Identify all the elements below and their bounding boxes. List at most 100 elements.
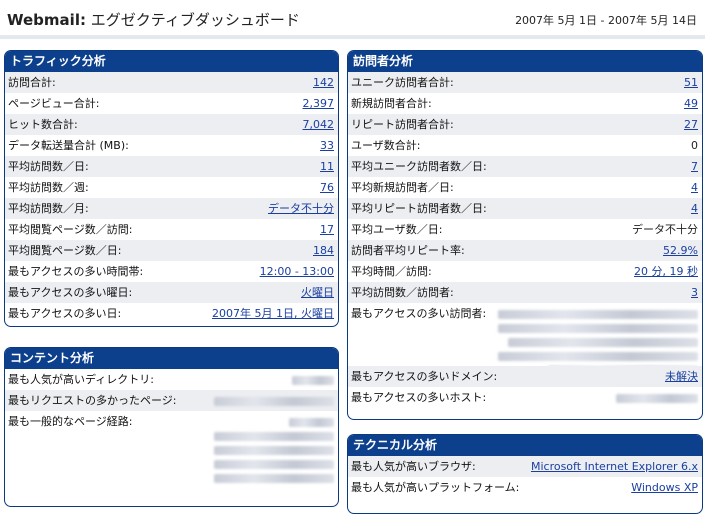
stat-value-link[interactable]: 76: [320, 177, 334, 198]
content-label: 最も人気が高いディレクトリ:: [8, 373, 154, 386]
traffic-row: 訪問合計: 142: [5, 72, 338, 93]
redacted-value: [498, 305, 698, 375]
stat-label: ページビュー合計:: [8, 97, 100, 110]
redacted-value: [616, 389, 698, 403]
stat-value-link[interactable]: 4: [691, 198, 698, 219]
stat-value-link[interactable]: Microsoft Internet Explorer 6.x: [531, 456, 698, 477]
stat-value-link[interactable]: データ不十分: [268, 198, 334, 219]
stat-label: 平均閲覧ページ数／訪問:: [8, 223, 133, 236]
stat-label: リピート訪問者合計:: [351, 118, 454, 131]
stat-value-link[interactable]: 7,042: [303, 114, 335, 135]
stat-value-link[interactable]: 27: [684, 114, 698, 135]
traffic-row: 平均訪問数／週: 76: [5, 177, 338, 198]
technical-panel-title: テクニカル分析: [348, 435, 702, 456]
page-header: Webmail: エグゼクティブダッシュボード 2007年 5月 1日 - 20…: [0, 0, 705, 39]
stat-value-link[interactable]: 火曜日: [301, 282, 334, 303]
stat-label: 平均リピート訪問者数／日:: [351, 202, 487, 215]
page-title: Webmail: エグゼクティブダッシュボード: [7, 9, 300, 30]
content-panel: コンテント分析 最も人気が高いディレクトリ: 最もリクエストの多かったページ: …: [4, 347, 339, 507]
stat-value-link[interactable]: 未解決: [665, 366, 698, 387]
dashboard-title: エグゼクティブダッシュボード: [90, 11, 300, 29]
content-row-directory: 最も人気が高いディレクトリ:: [5, 369, 338, 390]
stat-label: 平均訪問数／日:: [8, 160, 89, 173]
stat-value-link[interactable]: 33: [320, 135, 334, 156]
visitor-row: 平均リピート訪問者数／日: 4: [348, 198, 702, 219]
traffic-row: ヒット数合計: 7,042: [5, 114, 338, 135]
stat-value-link[interactable]: 17: [320, 219, 334, 240]
visitor-row: 平均訪問数／訪問者: 3: [348, 282, 702, 303]
stat-label: 平均新規訪問者／日:: [351, 181, 454, 194]
stat-value-link[interactable]: 49: [684, 93, 698, 114]
stat-label: 平均ユーザ数／日:: [351, 223, 443, 236]
traffic-row: ページビュー合計: 2,397: [5, 93, 338, 114]
stat-label: 訪問合計:: [8, 76, 56, 89]
stat-label: 最もアクセスの多い訪問者:: [351, 307, 487, 320]
stat-value-link[interactable]: 52.9%: [663, 240, 698, 261]
stat-label: 平均ユニーク訪問者数／日:: [351, 160, 487, 173]
stat-value-link[interactable]: 142: [313, 72, 334, 93]
stat-value-link[interactable]: 2,397: [303, 93, 335, 114]
visitor-row: 新規訪問者合計: 49: [348, 93, 702, 114]
visitor-row: リピート訪問者合計: 27: [348, 114, 702, 135]
visitor-row: 平均ユーザ数／日: データ不十分: [348, 219, 702, 240]
stat-value-link[interactable]: 11: [320, 156, 334, 177]
stat-label: 最も人気が高いプラットフォーム:: [351, 481, 520, 494]
stat-label: 平均閲覧ページ数／日:: [8, 244, 122, 257]
stat-label: 新規訪問者合計:: [351, 97, 432, 110]
technical-row: 最も人気が高いプラットフォーム: Windows XP: [348, 477, 702, 498]
content-panel-title: コンテント分析: [5, 348, 338, 369]
stat-label: 平均訪問数／訪問者:: [351, 286, 454, 299]
stat-label: 平均時間／訪問:: [351, 265, 432, 278]
stat-label: 最もアクセスの多い日:: [8, 307, 122, 320]
redacted-value: [214, 413, 334, 483]
stat-value: 0: [691, 139, 698, 152]
stat-label: 最もアクセスの多い曜日:: [8, 286, 133, 299]
stat-label: 平均訪問数／週:: [8, 181, 89, 194]
technical-row: 最も人気が高いブラウザ: Microsoft Internet Explorer …: [348, 456, 702, 477]
stat-label: 最もアクセスの多いホスト:: [351, 391, 487, 404]
traffic-row: 最もアクセスの多い時間帯: 12:00 - 13:00: [5, 261, 338, 282]
stat-value-link[interactable]: 7: [691, 156, 698, 177]
stat-value-link[interactable]: 3: [691, 282, 698, 303]
traffic-row: データ転送量合計 (MB): 33: [5, 135, 338, 156]
stat-value-link[interactable]: Windows XP: [631, 477, 698, 498]
stat-value: データ不十分: [632, 223, 698, 236]
redacted-value: [292, 369, 334, 390]
visitor-row: 最もアクセスの多い訪問者:: [348, 303, 702, 375]
content-row-path: 最も一般的なページ経路:: [5, 411, 338, 491]
traffic-row: 最もアクセスの多い日: 2007年 5月 1日, 火曜日: [5, 303, 338, 324]
stat-label: 平均訪問数／月:: [8, 202, 89, 215]
stat-label: 最もアクセスの多いドメイン:: [351, 370, 498, 383]
traffic-row: 平均訪問数／月: データ不十分: [5, 198, 338, 219]
stat-label: データ転送量合計 (MB):: [8, 139, 129, 152]
traffic-panel-title: トラフィック分析: [5, 51, 338, 72]
stat-label: ユーザ数合計:: [351, 139, 421, 152]
visitor-row: 最もアクセスの多いホスト:: [348, 387, 702, 408]
date-range: 2007年 5月 1日 - 2007年 5月 14日: [515, 14, 697, 27]
traffic-row: 平均閲覧ページ数／日: 184: [5, 240, 338, 261]
stat-value-link[interactable]: 12:00 - 13:00: [260, 261, 334, 282]
visitor-row: 最もアクセスの多いドメイン: 未解決: [348, 366, 702, 387]
visitor-row: ユーザ数合計: 0: [348, 135, 702, 156]
content-label: 最もリクエストの多かったページ:: [8, 394, 177, 407]
technical-panel: テクニカル分析 最も人気が高いブラウザ: Microsoft Internet E…: [347, 434, 703, 514]
traffic-panel: トラフィック分析 訪問合計: 142 ページビュー合計: 2,397 ヒット数合計: 7,…: [4, 50, 339, 327]
visitors-panel: 訪問者分析 ユニーク訪問者合計: 51 新規訪問者合計: 49 リピート訪問者合計: 27…: [347, 50, 703, 420]
stat-label: 訪問者平均リピート率:: [351, 244, 465, 257]
traffic-row: 最もアクセスの多い曜日: 火曜日: [5, 282, 338, 303]
stat-label: 最も人気が高いブラウザ:: [351, 460, 476, 473]
stat-value-link[interactable]: 184: [313, 240, 334, 261]
visitor-row: 訪問者平均リピート率: 52.9%: [348, 240, 702, 261]
stat-value-link[interactable]: 2007年 5月 1日, 火曜日: [212, 303, 334, 324]
stat-value-link[interactable]: 20 分, 19 秒: [634, 261, 698, 282]
stat-label: ヒット数合計:: [8, 118, 78, 131]
app-name: Webmail:: [7, 11, 86, 29]
visitor-row: 平均新規訪問者／日: 4: [348, 177, 702, 198]
stat-label: 最もアクセスの多い時間帯:: [8, 265, 144, 278]
stat-label: ユニーク訪問者合計:: [351, 76, 454, 89]
content-label: 最も一般的なページ経路:: [8, 415, 133, 428]
stat-value-link[interactable]: 4: [691, 177, 698, 198]
content-row-page: 最もリクエストの多かったページ:: [5, 390, 338, 411]
stat-value-link[interactable]: 51: [684, 72, 698, 93]
visitor-row: 平均時間／訪問: 20 分, 19 秒: [348, 261, 702, 282]
